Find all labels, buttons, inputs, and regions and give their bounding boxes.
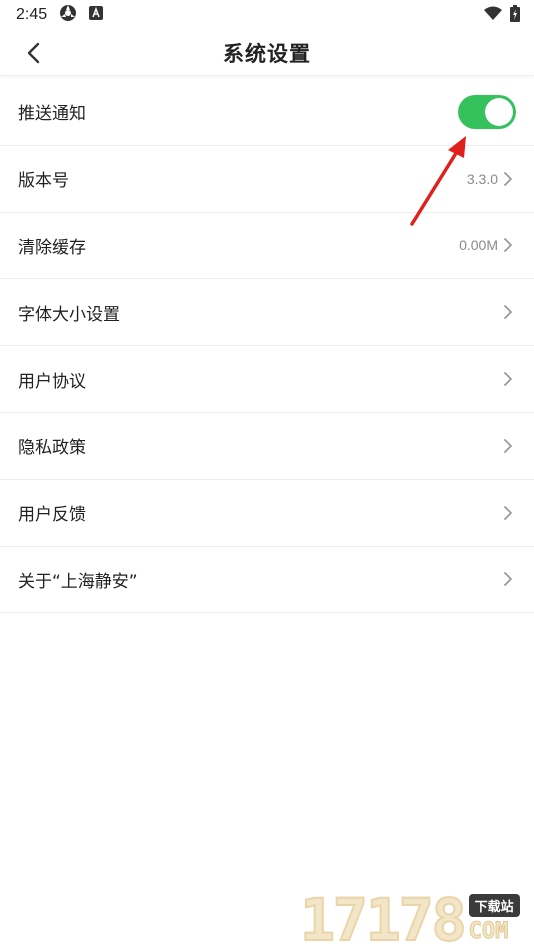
battery-charging-icon — [510, 4, 520, 26]
setting-row-font-size[interactable]: 字体大小设置 — [0, 279, 534, 347]
watermark-side: 下载站 COM — [468, 894, 520, 945]
chevron-right-icon — [504, 238, 512, 253]
setting-label: 关于“上海静安” — [18, 571, 138, 592]
site-watermark: 17178 下载站 COM — [299, 886, 530, 950]
chevron-right-icon — [504, 572, 512, 587]
setting-row-user-agreement[interactable]: 用户协议 — [0, 346, 534, 413]
setting-right — [502, 505, 514, 521]
setting-row-user-feedback[interactable]: 用户反馈 — [0, 479, 534, 547]
chevron-right-icon — [504, 171, 512, 186]
page-title: 系统设置 — [223, 41, 311, 66]
toggle-knob — [485, 97, 513, 126]
push-notification-toggle[interactable] — [458, 94, 516, 129]
setting-right: 3.3.0 — [467, 171, 514, 187]
setting-label: 版本号 — [18, 171, 69, 192]
setting-label: 推送通知 — [18, 104, 86, 125]
setting-label: 清除缓存 — [18, 237, 86, 258]
back-button[interactable] — [18, 38, 48, 68]
setting-row-about[interactable]: 关于“上海静安” — [0, 546, 534, 614]
setting-right: 0.00M — [459, 237, 514, 253]
cache-size-value: 0.00M — [459, 237, 498, 254]
watermark-digits: 17178 — [299, 886, 468, 950]
status-left: 2:45 — [16, 4, 104, 26]
status-bar: 2:45 — [0, 0, 534, 30]
app-header: 系统设置 — [0, 30, 534, 76]
setting-row-version[interactable]: 版本号 3.3.0 — [0, 145, 534, 213]
setting-label: 隐私政策 — [18, 438, 86, 459]
wifi-icon — [484, 6, 502, 24]
version-value: 3.3.0 — [466, 170, 498, 187]
setting-row-push-notifications[interactable]: 推送通知 — [0, 79, 534, 146]
settings-screen: 2:45 系统设置 推送通知 版本号 3.3.0 清除缓存 0.00M 字体大小… — [0, 0, 534, 950]
chevron-left-icon — [27, 42, 40, 64]
setting-row-clear-cache[interactable]: 清除缓存 0.00M — [0, 212, 534, 280]
chevron-right-icon — [504, 372, 512, 386]
setting-label: 用户反馈 — [18, 505, 86, 526]
status-right — [484, 4, 520, 26]
watermark-suffix: COM — [468, 919, 509, 945]
status-time: 2:45 — [16, 6, 48, 23]
watermark-badge: 下载站 — [468, 894, 520, 917]
setting-right — [502, 304, 514, 320]
font-app-icon — [89, 6, 104, 24]
setting-row-privacy-policy[interactable]: 隐私政策 — [0, 412, 534, 480]
settings-list: 推送通知 版本号 3.3.0 清除缓存 0.00M 字体大小设置 用户协议 隐私… — [0, 79, 534, 614]
setting-right — [502, 438, 514, 454]
setting-right — [502, 571, 514, 587]
setting-right — [458, 94, 516, 129]
chevron-right-icon — [504, 438, 512, 453]
setting-label: 用户协议 — [18, 371, 86, 392]
settings-sync-icon — [59, 4, 77, 26]
setting-right — [502, 371, 514, 387]
chevron-right-icon — [504, 305, 512, 320]
chevron-right-icon — [504, 505, 512, 520]
setting-label: 字体大小设置 — [18, 304, 120, 325]
